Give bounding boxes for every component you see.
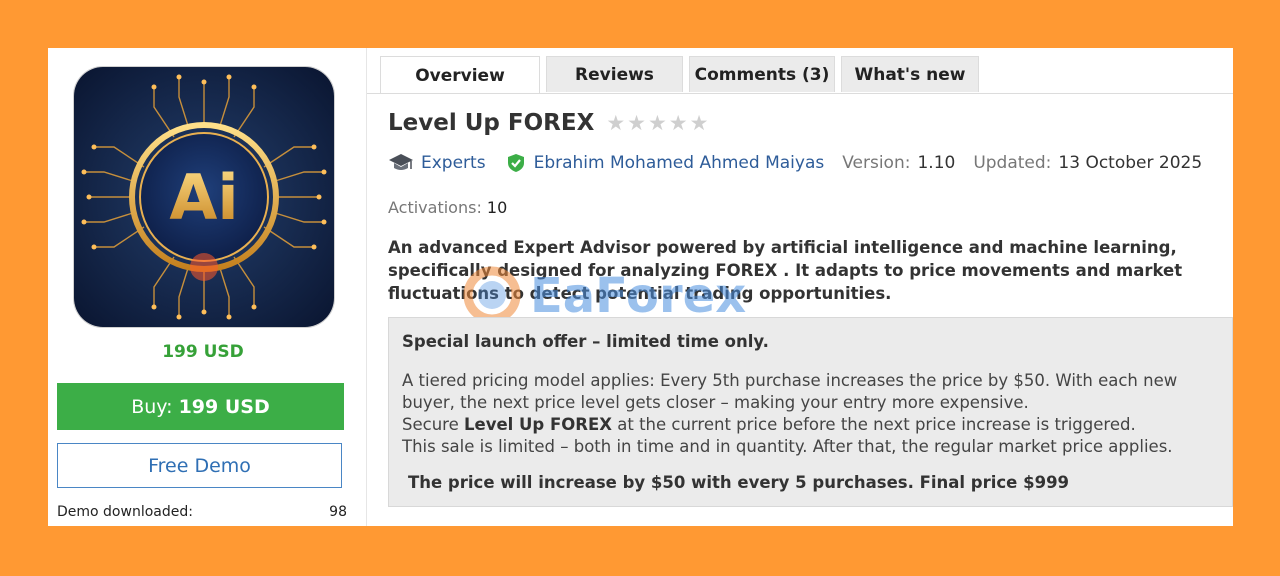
price-label: 199 USD — [162, 342, 244, 362]
product-meta-row: Experts Ebrahim Mohamed Ahmed Maiyas Ver… — [388, 152, 1202, 174]
product-sidebar: Ai 199 USD Buy: 199 USD Free Demo Demo d… — [48, 48, 366, 526]
demo-downloaded-label: Demo downloaded: — [57, 504, 193, 520]
free-demo-button[interactable]: Free Demo — [57, 443, 342, 488]
tab-bar: Overview Reviews Comments (3) What's new — [380, 56, 985, 94]
category-link[interactable]: Experts — [421, 153, 486, 173]
star-icon: ★ — [647, 111, 667, 135]
star-icon: ★ — [606, 111, 626, 135]
rating-stars[interactable]: ★ ★ ★ ★ ★ — [606, 111, 710, 135]
tab-overview[interactable]: Overview — [380, 56, 540, 94]
mortarboard-icon — [389, 154, 413, 170]
demo-downloaded-count: 98 — [329, 504, 347, 520]
activations-row: Activations: 10 — [388, 198, 507, 217]
version-label: Version: — [842, 153, 911, 173]
demo-downloaded-row: Demo downloaded: 98 — [57, 504, 347, 520]
product-panel: Ai 199 USD Buy: 199 USD Free Demo Demo d… — [48, 48, 1233, 526]
product-title: Level Up FOREX — [388, 110, 595, 136]
buy-price: 199 USD — [178, 395, 270, 418]
updated-label: Updated: — [973, 153, 1052, 173]
offer-body: A tiered pricing model applies: Every 5t… — [402, 370, 1232, 458]
activations-value: 10 — [486, 198, 508, 217]
offer-line-2: Secure Level Up FOREX at the current pri… — [402, 415, 1136, 434]
column-divider — [366, 48, 367, 526]
tab-reviews[interactable]: Reviews — [546, 56, 683, 92]
offer-product-name: Level Up FOREX — [463, 415, 612, 434]
tab-comments[interactable]: Comments (3) — [689, 56, 835, 92]
star-icon: ★ — [689, 111, 709, 135]
tab-whats-new[interactable]: What's new — [841, 56, 979, 92]
author-link[interactable]: Ebrahim Mohamed Ahmed Maiyas — [534, 153, 825, 173]
buy-button[interactable]: Buy: 199 USD — [57, 383, 344, 430]
product-description: An advanced Expert Advisor powered by ar… — [388, 238, 1183, 303]
verified-shield-icon — [507, 154, 524, 172]
product-title-row: Level Up FOREX ★ ★ ★ ★ ★ — [388, 110, 710, 136]
special-offer-box: Special launch offer – limited time only… — [388, 317, 1233, 507]
star-icon: ★ — [668, 111, 688, 135]
star-icon: ★ — [627, 111, 646, 135]
offer-line-1: A tiered pricing model applies: Every 5t… — [402, 371, 1178, 412]
version-value: 1.10 — [917, 153, 956, 173]
offer-final-price: The price will increase by $50 with ever… — [408, 473, 1070, 492]
product-logo-image[interactable]: Ai — [73, 66, 335, 328]
updated-value: 13 October 2025 — [1058, 153, 1203, 173]
activations-label: Activations: — [388, 198, 482, 217]
offer-title: Special launch offer – limited time only… — [402, 332, 769, 351]
offer-line-3: This sale is limited – both in time and … — [402, 437, 1173, 456]
buy-label: Buy: — [131, 395, 173, 418]
svg-text:Ai: Ai — [169, 161, 238, 234]
tab-underline — [367, 93, 1233, 94]
